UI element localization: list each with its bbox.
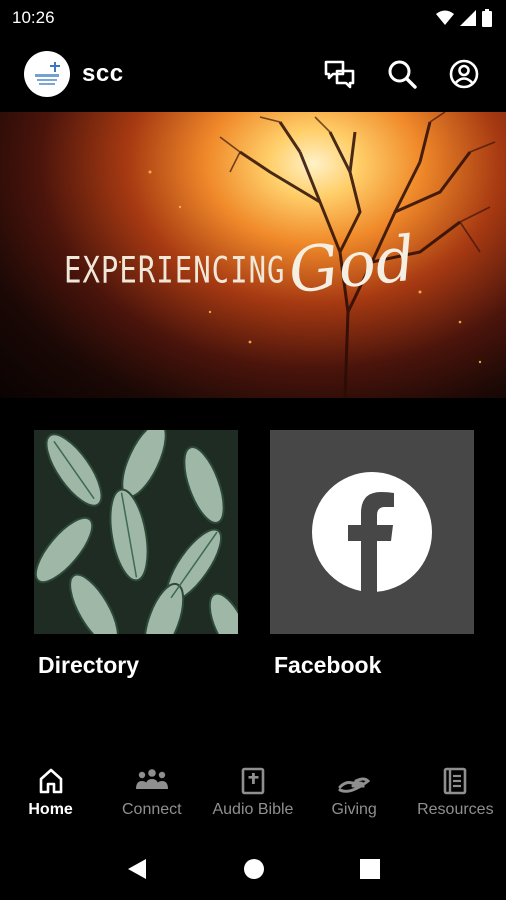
chat-icon xyxy=(324,60,355,89)
directory-image xyxy=(34,430,238,634)
search-button[interactable] xyxy=(384,56,420,92)
nav-giving[interactable]: Giving xyxy=(304,755,405,819)
tile-label-directory: Directory xyxy=(38,652,139,678)
status-bar: 10:26 xyxy=(0,0,506,36)
nav-label-audio-bible: Audio Bible xyxy=(212,801,294,818)
church-logo[interactable] xyxy=(24,51,70,97)
facebook-image xyxy=(270,430,474,634)
hand-icon xyxy=(338,777,371,793)
chat-button[interactable] xyxy=(322,56,358,92)
bottom-nav: Home Connect Audio Bible Giving Resource… xyxy=(0,755,506,835)
signal-icon xyxy=(460,10,476,26)
nav-connect[interactable]: Connect xyxy=(101,755,202,819)
battery-icon xyxy=(482,9,492,27)
app-actions xyxy=(322,56,482,92)
nav-label-home: Home xyxy=(28,801,73,818)
back-icon[interactable] xyxy=(126,857,148,881)
hero-title-line1: EXPERIENCING xyxy=(64,248,286,292)
people-icon xyxy=(135,769,168,789)
hero-banner[interactable]: EXPERIENCING God xyxy=(0,112,506,398)
nav-audio-bible[interactable]: Audio Bible xyxy=(202,755,303,819)
home-circle-icon[interactable] xyxy=(243,858,265,880)
status-time: 10:26 xyxy=(12,8,55,27)
app-bar: scc xyxy=(0,36,506,112)
tile-facebook[interactable]: Facebook xyxy=(270,430,474,679)
book-icon xyxy=(444,767,467,795)
search-icon xyxy=(388,60,417,89)
hero-title-line2: God xyxy=(284,221,419,308)
home-icon xyxy=(39,768,62,794)
account-button[interactable] xyxy=(446,56,482,92)
leaf-plant-image xyxy=(34,430,238,634)
recents-icon[interactable] xyxy=(360,859,381,879)
app-title: scc xyxy=(82,60,124,87)
nav-label-resources: Resources xyxy=(417,801,494,818)
hero-title: EXPERIENCING God xyxy=(64,222,418,308)
nav-label-connect: Connect xyxy=(121,801,182,818)
bible-icon xyxy=(241,767,265,795)
nav-label-giving: Giving xyxy=(331,801,377,818)
status-icons xyxy=(436,9,492,27)
wifi-icon xyxy=(436,10,454,25)
nav-home[interactable]: Home xyxy=(0,755,101,819)
nav-resources[interactable]: Resources xyxy=(405,755,506,819)
logo-icon xyxy=(35,62,60,85)
tile-label-facebook: Facebook xyxy=(274,652,382,678)
facebook-icon xyxy=(312,472,432,593)
tile-directory[interactable]: Directory xyxy=(34,430,238,679)
system-nav-bar xyxy=(0,838,506,900)
account-icon xyxy=(449,59,479,89)
